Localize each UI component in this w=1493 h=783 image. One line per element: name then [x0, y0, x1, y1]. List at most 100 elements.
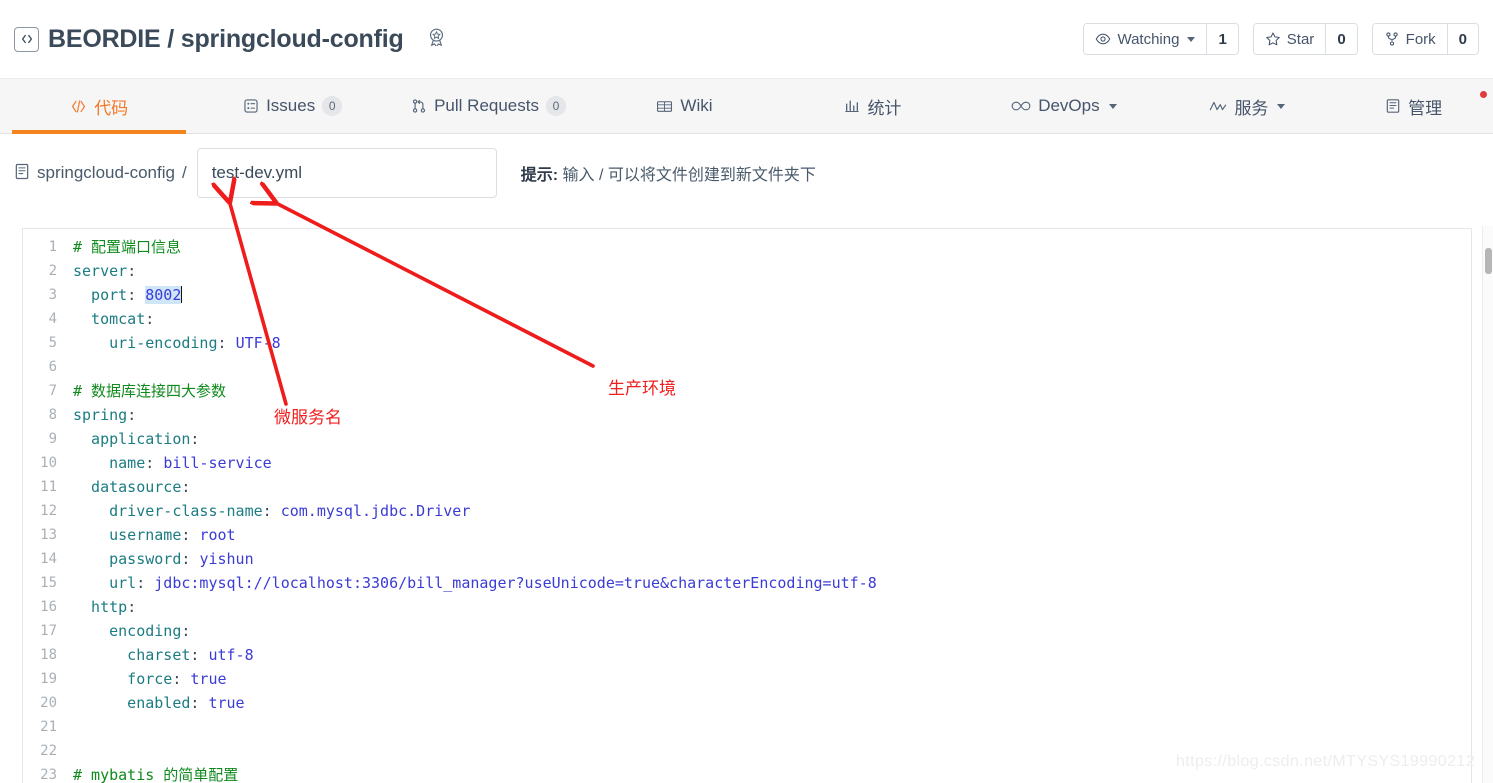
code-line-text[interactable]: datasource: — [67, 475, 190, 499]
code-token: bill-service — [163, 454, 272, 472]
code-token: # 数据库连接四大参数 — [73, 382, 227, 400]
tab-manage[interactable]: 管理 — [1334, 79, 1493, 133]
code-line-text[interactable]: spring: — [67, 403, 136, 427]
watch-button[interactable]: Watching — [1084, 24, 1207, 54]
code-line[interactable]: 7 # 数据库连接四大参数 — [23, 379, 1471, 403]
code-line-text[interactable]: port: 8002 — [67, 283, 183, 307]
code-line-text[interactable]: tomcat: — [67, 307, 154, 331]
code-line[interactable]: 14 password: yishun — [23, 547, 1471, 571]
tab-devops[interactable]: DevOps — [967, 79, 1160, 133]
fork-button[interactable]: Fork — [1372, 24, 1447, 54]
code-line[interactable]: 4 tomcat: — [23, 307, 1471, 331]
tab-services[interactable]: 服务 — [1161, 79, 1335, 133]
tab-wiki[interactable]: Wiki — [590, 79, 778, 133]
watch-button-group[interactable]: Watching 1 — [1083, 23, 1239, 55]
code-line-text[interactable]: http: — [67, 595, 136, 619]
code-line[interactable]: 16 http: — [23, 595, 1471, 619]
code-line-text[interactable]: password: yishun — [67, 547, 254, 571]
code-line-text[interactable]: # 配置端口信息 — [67, 235, 181, 259]
code-line[interactable]: 1 # 配置端口信息 — [23, 235, 1471, 259]
code-lines-container[interactable]: 1 # 配置端口信息 2 server: 3 port: 8002 4 tomcat: 5 … — [23, 229, 1471, 783]
code-line[interactable]: 8 spring: — [23, 403, 1471, 427]
tab-services-label: 服务 — [1234, 98, 1269, 118]
code-line[interactable]: 13 username: root — [23, 523, 1471, 547]
code-token: : — [190, 646, 209, 664]
code-brackets-icon — [14, 26, 39, 52]
tab-code[interactable]: 代码 — [0, 79, 198, 134]
code-token: : — [190, 694, 209, 712]
code-line[interactable]: 6 — [23, 355, 1471, 379]
tab-issues-label: Issues — [266, 96, 316, 115]
code-line-text[interactable] — [67, 355, 73, 379]
repo-owner[interactable]: BEORDIE — [48, 25, 161, 53]
scrollbar-thumb[interactable] — [1485, 248, 1492, 274]
code-token: UTF-8 — [235, 334, 281, 352]
breadcrumb-repo-link[interactable]: springcloud-config — [37, 163, 175, 183]
code-line[interactable]: 17 encoding: — [23, 619, 1471, 643]
code-token: : — [217, 334, 236, 352]
star-button-group[interactable]: Star 0 — [1252, 23, 1358, 55]
tab-statistics[interactable]: 统计 — [779, 79, 967, 133]
code-line-text[interactable]: force: true — [67, 667, 227, 691]
code-token: : — [181, 526, 200, 544]
code-line-text[interactable]: # 数据库连接四大参数 — [67, 379, 226, 403]
tab-pull-requests[interactable]: Pull Requests 0 — [387, 79, 590, 133]
filename-hint: 提示: 输入 / 可以将文件创建到新文件夹下 — [521, 161, 816, 185]
code-line[interactable]: 15 url: jdbc:mysql://localhost:3306/bill… — [23, 571, 1471, 595]
tab-issues[interactable]: Issues 0 — [198, 79, 386, 133]
code-line-text[interactable]: server: — [67, 259, 136, 283]
code-line[interactable]: 10 name: bill-service — [23, 451, 1471, 475]
code-token: : — [181, 622, 191, 640]
code-line-text[interactable] — [67, 739, 73, 763]
code-token: : — [145, 454, 164, 472]
code-line[interactable]: 21 — [23, 715, 1471, 739]
code-token: name — [73, 454, 146, 472]
code-line[interactable]: 18 charset: utf-8 — [23, 643, 1471, 667]
code-line[interactable]: 20 enabled: true — [23, 691, 1471, 715]
watch-count[interactable]: 1 — [1206, 24, 1238, 54]
watermark-text: https://blog.csdn.net/MTYSYS19990212 — [1175, 753, 1475, 770]
code-line-text[interactable]: url: jdbc:mysql://localhost:3306/bill_ma… — [67, 571, 877, 595]
code-line-text[interactable]: charset: utf-8 — [67, 643, 253, 667]
code-line-text[interactable]: encoding: — [67, 619, 190, 643]
code-token: 8002 — [145, 286, 182, 304]
line-number: 19 — [40, 671, 57, 687]
star-count[interactable]: 0 — [1325, 24, 1357, 54]
vertical-scrollbar[interactable] — [1482, 226, 1493, 783]
repository-header: BEORDIE / springcloud-config Watching 1 … — [0, 0, 1493, 78]
code-line-text[interactable] — [67, 715, 73, 739]
code-token: encoding — [73, 622, 182, 640]
code-token: charset — [73, 646, 191, 664]
code-token: : — [181, 478, 191, 496]
fork-button-group[interactable]: Fork 0 — [1371, 23, 1479, 55]
line-number: 3 — [48, 287, 57, 303]
code-line-text[interactable]: uri-encoding: UTF-8 — [67, 331, 281, 355]
code-editor[interactable]: 1 # 配置端口信息 2 server: 3 port: 8002 4 tomcat: 5 … — [22, 228, 1472, 783]
code-line-text[interactable]: # mybatis 的简单配置 — [67, 763, 238, 783]
fork-count[interactable]: 0 — [1446, 24, 1478, 54]
code-line[interactable]: 19 force: true — [23, 667, 1471, 691]
tab-devops-label: DevOps — [1038, 96, 1100, 115]
code-line[interactable]: 3 port: 8002 — [23, 283, 1471, 307]
code-line[interactable]: 5 uri-encoding: UTF-8 — [23, 331, 1471, 355]
code-line[interactable]: 2 server: — [23, 259, 1471, 283]
code-token: username — [73, 526, 182, 544]
repository-tabbar: 代码 Issues 0 Pull Requests 0 Wiki 统计 DevO… — [0, 78, 1493, 134]
code-token: : — [127, 262, 137, 280]
repo-name[interactable]: springcloud-config — [181, 25, 404, 53]
breadcrumb-separator: / — [181, 163, 187, 182]
code-token: : — [181, 550, 200, 568]
code-line[interactable]: 9 application: — [23, 427, 1471, 451]
filename-input[interactable] — [196, 148, 497, 198]
code-line-text[interactable]: username: root — [67, 523, 235, 547]
code-line-text[interactable]: name: bill-service — [67, 451, 272, 475]
code-line-text[interactable]: enabled: true — [67, 691, 244, 715]
code-line[interactable]: 12 driver-class-name: com.mysql.jdbc.Dri… — [23, 499, 1471, 523]
pull-request-icon — [411, 98, 427, 114]
code-line-text[interactable]: driver-class-name: com.mysql.jdbc.Driver — [67, 499, 470, 523]
line-number: 22 — [40, 743, 57, 759]
star-button[interactable]: Star — [1253, 24, 1326, 54]
code-token: true — [190, 670, 227, 688]
code-line[interactable]: 11 datasource: — [23, 475, 1471, 499]
code-line-text[interactable]: application: — [67, 427, 199, 451]
